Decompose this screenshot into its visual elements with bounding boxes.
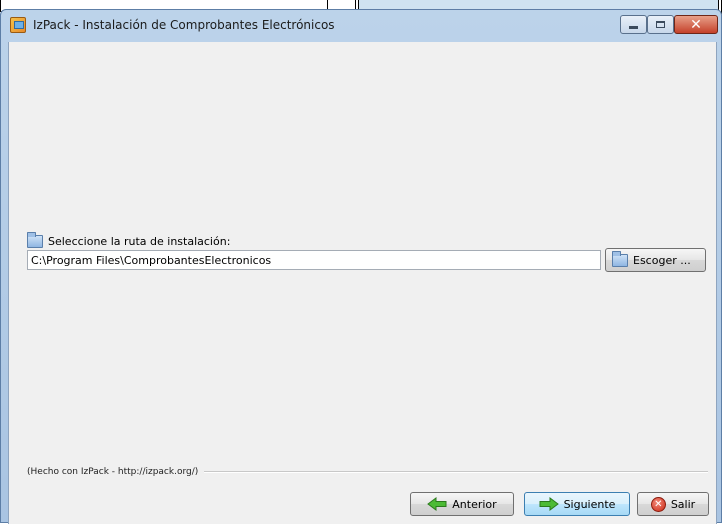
footer-credit-row: (Hecho con IzPack - http://izpack.org/)	[27, 467, 708, 477]
install-path-label: Seleccione la ruta de instalación:	[48, 235, 231, 248]
izpack-credit: (Hecho con IzPack - http://izpack.org/)	[27, 467, 199, 477]
previous-button[interactable]: Anterior	[410, 492, 514, 516]
exit-icon: ✕	[650, 496, 666, 512]
izpack-app-icon[interactable]	[10, 17, 26, 33]
exit-button[interactable]: ✕ Salir	[637, 492, 709, 516]
maximize-button[interactable]	[647, 15, 674, 34]
next-button-label: Siguiente	[563, 497, 616, 511]
window-title: IzPack - Instalación de Comprobantes Ele…	[33, 18, 335, 32]
close-icon: ✕	[690, 16, 702, 33]
close-button[interactable]: ✕	[674, 15, 718, 34]
folder-icon	[612, 250, 628, 267]
browse-button-label: Escoger ...	[633, 253, 691, 267]
minimize-icon	[629, 26, 638, 29]
left-arrow-icon	[427, 497, 447, 511]
installer-window: IzPack - Instalación de Comprobantes Ele…	[0, 9, 722, 524]
previous-button-label: Anterior	[452, 497, 497, 511]
browse-button[interactable]: Escoger ...	[605, 248, 706, 272]
footer-separator	[204, 471, 708, 473]
folder-icon	[27, 232, 43, 248]
maximize-icon	[656, 21, 665, 28]
minimize-button[interactable]	[620, 15, 647, 34]
installer-panel: Seleccione la ruta de instalación: Escog…	[8, 42, 717, 524]
install-path-label-row: Seleccione la ruta de instalación:	[27, 232, 231, 248]
exit-button-label: Salir	[670, 497, 696, 511]
right-arrow-icon	[539, 497, 559, 511]
install-path-input[interactable]	[27, 250, 601, 270]
title-bar[interactable]: IzPack - Instalación de Comprobantes Ele…	[1, 10, 721, 41]
next-button[interactable]: Siguiente	[524, 492, 630, 516]
